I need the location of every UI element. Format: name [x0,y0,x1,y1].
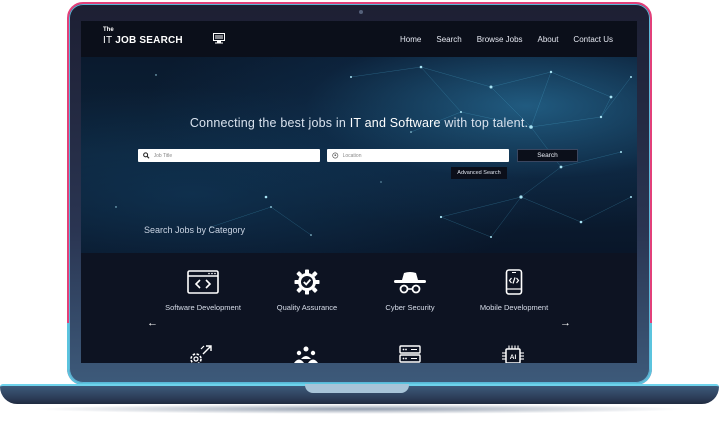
team-icon [294,346,318,363]
tagline-highlight: IT and Software [349,116,441,130]
carousel-prev-arrow[interactable]: ← [147,317,158,329]
category-team[interactable] [293,345,319,363]
nav-home[interactable]: Home [400,35,421,44]
category-label: Software Development [165,303,241,312]
ai-chip-icon: AI [502,345,524,363]
logo-it: IT [103,35,113,46]
laptop-notch [305,384,409,393]
tagline-end: with top talent. [440,116,529,130]
job-title-field[interactable] [138,149,320,162]
screen: The IT JOB SEARCH Home Search Browse Job… [81,21,637,363]
monitor-icon [213,33,225,44]
category-automation[interactable] [187,345,215,363]
category-mobile-development[interactable]: Mobile Development [469,269,559,313]
code-window-icon [187,270,219,294]
nav-about[interactable]: About [538,35,559,44]
search-icon [143,152,150,159]
nav-contact-us[interactable]: Contact Us [573,35,613,44]
svg-text:AI: AI [510,354,517,361]
gear-arrows-icon [190,345,212,363]
category-software-development[interactable]: Software Development [158,269,248,313]
logo-job-search: JOB SEARCH [115,35,183,46]
nav-search[interactable]: Search [436,35,461,44]
category-label: Cyber Security [385,303,435,312]
location-input[interactable] [342,152,509,159]
spy-hat-icon [394,272,426,294]
carousel-next-arrow[interactable]: → [560,317,571,329]
category-ai[interactable]: AI [501,345,525,363]
job-title-input[interactable] [153,152,320,159]
location-pin-icon [332,152,339,159]
nav-browse-jobs[interactable]: Browse Jobs [477,35,523,44]
search-button[interactable]: Search [517,149,578,162]
gear-check-icon [294,269,320,295]
location-field[interactable] [327,149,509,162]
hero-tagline: Connecting the best jobs in IT and Softw… [81,116,637,130]
mobile-phone-icon [505,269,523,295]
category-label: Quality Assurance [276,303,338,312]
logo-title: IT JOB SEARCH [103,35,183,46]
camera-dot [359,10,363,14]
tagline-start: Connecting the best jobs in [189,116,350,130]
server-icon [399,345,421,363]
category-cyber-security[interactable]: Cyber Security [365,269,455,313]
logo-the: The [103,27,114,33]
category-heading: Search Jobs by Category [144,225,246,235]
laptop-shadow [30,404,690,414]
hero-section: Connecting the best jobs in IT and Softw… [81,57,637,253]
category-infrastructure[interactable] [399,345,421,363]
category-quality-assurance[interactable]: Quality Assurance [262,269,352,313]
advanced-search-button[interactable]: Advanced Search [451,167,507,179]
category-label: Mobile Development [479,303,549,312]
categories-section: Software Development Quality Assurance C… [81,253,637,363]
nav-links: Home Search Browse Jobs About Contact Us [400,21,613,57]
navbar: The IT JOB SEARCH Home Search Browse Job… [81,21,637,57]
